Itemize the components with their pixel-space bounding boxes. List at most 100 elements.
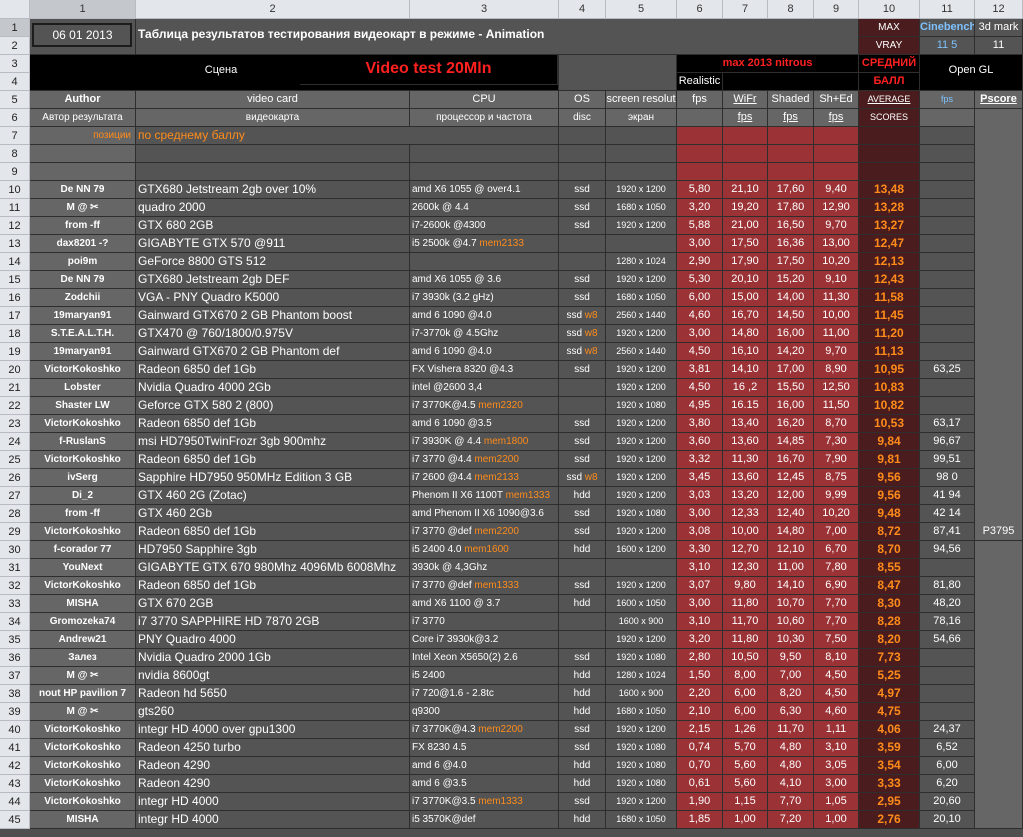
screen-res-cell[interactable]: 1920 x 1080 — [606, 739, 677, 757]
author-cell[interactable]: Shaster LW — [30, 397, 136, 415]
cinebench-cell[interactable]: 6,52 — [920, 739, 975, 757]
average-score-cell[interactable]: 2,76 — [859, 811, 920, 829]
cpu-cell[interactable]: i7 3770K@4.3 mem2200 — [410, 721, 559, 739]
row-header-13[interactable]: 13 — [0, 235, 30, 253]
cpu-cell[interactable]: i7 3770 @def mem1333 — [410, 577, 559, 595]
shaded-fps-cell[interactable]: 7,00 — [768, 667, 814, 685]
shed-fps-cell[interactable]: 9,99 — [814, 487, 859, 505]
screen-res-cell[interactable]: 1920 x 1200 — [606, 487, 677, 505]
shaded-fps-cell[interactable]: 14,10 — [768, 577, 814, 595]
screen-res-cell[interactable]: 1920 x 1200 — [606, 181, 677, 199]
shaded-fps-cell[interactable]: 6,30 — [768, 703, 814, 721]
video-card-cell[interactable]: GIGABYTE GTX 670 980Mhz 4096Mb 6008Mhz — [136, 559, 410, 577]
row-header-24[interactable]: 24 — [0, 433, 30, 451]
disc-cell[interactable]: ssd — [559, 739, 606, 757]
cpu-cell[interactable]: i7 3770K@3.5 mem1333 — [410, 793, 559, 811]
average-score-cell[interactable]: 13,48 — [859, 181, 920, 199]
video-card-cell[interactable]: Gainward GTX670 2 GB Phantom def — [136, 343, 410, 361]
shaded-fps-cell[interactable]: 12,00 — [768, 487, 814, 505]
video-card-cell[interactable]: VGA - PNY Quadro K5000 — [136, 289, 410, 307]
row-header-15[interactable]: 15 — [0, 271, 30, 289]
wifr-fps-cell[interactable]: 1,15 — [723, 793, 768, 811]
realistic-fps-cell[interactable]: 0,70 — [677, 757, 723, 775]
shaded-fps-cell[interactable]: 17,80 — [768, 199, 814, 217]
shaded-fps-cell[interactable]: 16,00 — [768, 325, 814, 343]
wifr-fps-cell[interactable]: 17,90 — [723, 253, 768, 271]
average-score-cell[interactable]: 8,47 — [859, 577, 920, 595]
shaded-fps-cell[interactable]: 14,00 — [768, 289, 814, 307]
author-cell[interactable]: Zodchii — [30, 289, 136, 307]
row-header-7[interactable]: 7 — [0, 127, 30, 145]
video-card-cell[interactable]: Geforce GTX 580 2 (800) — [136, 397, 410, 415]
shed-fps-cell[interactable]: 11,30 — [814, 289, 859, 307]
row-header-30[interactable]: 30 — [0, 541, 30, 559]
select-all-corner[interactable] — [0, 0, 30, 19]
screen-res-cell[interactable]: 1680 x 1050 — [606, 289, 677, 307]
row-header-26[interactable]: 26 — [0, 469, 30, 487]
screen-res-cell[interactable]: 1920 x 1200 — [606, 379, 677, 397]
video-card-cell[interactable]: Radeon 4290 — [136, 775, 410, 793]
screen-res-cell[interactable]: 2560 x 1440 — [606, 343, 677, 361]
row-header-39[interactable]: 39 — [0, 703, 30, 721]
realistic-fps-cell[interactable]: 6,00 — [677, 289, 723, 307]
realistic-fps-cell[interactable]: 3,00 — [677, 235, 723, 253]
shed-fps-cell[interactable]: 7,00 — [814, 523, 859, 541]
cinebench-cell[interactable] — [920, 253, 975, 271]
max-2013-title[interactable]: max 2013 nitrous — [677, 55, 859, 73]
row-header-10[interactable]: 10 — [0, 181, 30, 199]
author-cell[interactable]: f-corador 77 — [30, 541, 136, 559]
screen-res-cell[interactable]: 1280 x 1024 — [606, 253, 677, 271]
shed-fps-cell[interactable]: 1,11 — [814, 721, 859, 739]
video-card-cell[interactable]: PNY Quadro 4000 — [136, 631, 410, 649]
screen-res-cell[interactable]: 1920 x 1200 — [606, 523, 677, 541]
wifr-fps-cell[interactable]: 9,80 — [723, 577, 768, 595]
video-card-cell[interactable]: GTX 680 2GB — [136, 217, 410, 235]
cinebench-cell[interactable] — [920, 379, 975, 397]
disc-cell[interactable]: ssd — [559, 721, 606, 739]
screen-res-cell[interactable]: 1920 x 1200 — [606, 451, 677, 469]
screen-res-cell[interactable]: 1920 x 1200 — [606, 325, 677, 343]
wifr-fps-cell[interactable]: 10,50 — [723, 649, 768, 667]
max-vray-line1[interactable]: MAX — [859, 19, 920, 37]
cpu-cell[interactable]: i5 2400 4.0 mem1600 — [410, 541, 559, 559]
cinebench-cell[interactable] — [920, 343, 975, 361]
shed-fps-cell[interactable]: 13,00 — [814, 235, 859, 253]
empty-cine-7[interactable] — [920, 127, 975, 145]
video-card-cell[interactable]: Radeon 6850 def 1Gb — [136, 451, 410, 469]
wifr-fps-cell[interactable]: 16 ,2 — [723, 379, 768, 397]
row-header-17[interactable]: 17 — [0, 307, 30, 325]
cpu-cell[interactable]: i7 720@1.6 - 2.8tc — [410, 685, 559, 703]
pscore-header[interactable]: Pscore — [975, 91, 1023, 109]
shed-fps-cell[interactable]: 6,70 — [814, 541, 859, 559]
shaded-fps-cell[interactable]: 15,20 — [768, 271, 814, 289]
shed-fps-cell[interactable]: 4,50 — [814, 667, 859, 685]
shed-fps-cell[interactable]: 7,90 — [814, 451, 859, 469]
shed-fps-cell[interactable]: 7,70 — [814, 613, 859, 631]
cinebench-cell[interactable]: 99,51 — [920, 451, 975, 469]
screen-res-cell[interactable]: 1920 x 1200 — [606, 721, 677, 739]
wifr-fps-cell[interactable]: 6,00 — [723, 703, 768, 721]
screen-res-cell[interactable]: 1600 x 1050 — [606, 595, 677, 613]
shaded-fps-cell[interactable]: 10,70 — [768, 595, 814, 613]
author-cell[interactable]: Gromozeka74 — [30, 613, 136, 631]
realistic-fps-cell[interactable]: 1,50 — [677, 667, 723, 685]
realistic-fps-cell[interactable]: 3,10 — [677, 559, 723, 577]
empty-score-9-7[interactable] — [723, 163, 768, 181]
disc-cell[interactable]: ssd — [559, 793, 606, 811]
wifr-fps-cell[interactable]: 16.15 — [723, 397, 768, 415]
wifr-fps-cell[interactable]: 11,80 — [723, 595, 768, 613]
average-score-cell[interactable]: 10,83 — [859, 379, 920, 397]
video-card-cell[interactable]: GTX470 @ 760/1800/0.975V — [136, 325, 410, 343]
shed-fps-cell[interactable]: 3,05 — [814, 757, 859, 775]
cpu-cell[interactable]: i7 3930K @ 4.4 mem1800 — [410, 433, 559, 451]
wifr-fps-cell[interactable]: 10,00 — [723, 523, 768, 541]
wifr-fps-cell[interactable]: 20,10 — [723, 271, 768, 289]
author-cell[interactable]: poi9m — [30, 253, 136, 271]
empty-avg-8[interactable] — [859, 145, 920, 163]
video-card-cell[interactable]: GTX680 Jetstream 2gb DEF — [136, 271, 410, 289]
video-card-cell[interactable]: Sapphire HD7950 950MHz Edition 3 GB — [136, 469, 410, 487]
realistic-fps-cell[interactable]: 3,07 — [677, 577, 723, 595]
cinebench-cell[interactable]: 63,17 — [920, 415, 975, 433]
cinebench-cell[interactable]: 24,37 — [920, 721, 975, 739]
video-card-cell[interactable]: GTX 670 2GB — [136, 595, 410, 613]
